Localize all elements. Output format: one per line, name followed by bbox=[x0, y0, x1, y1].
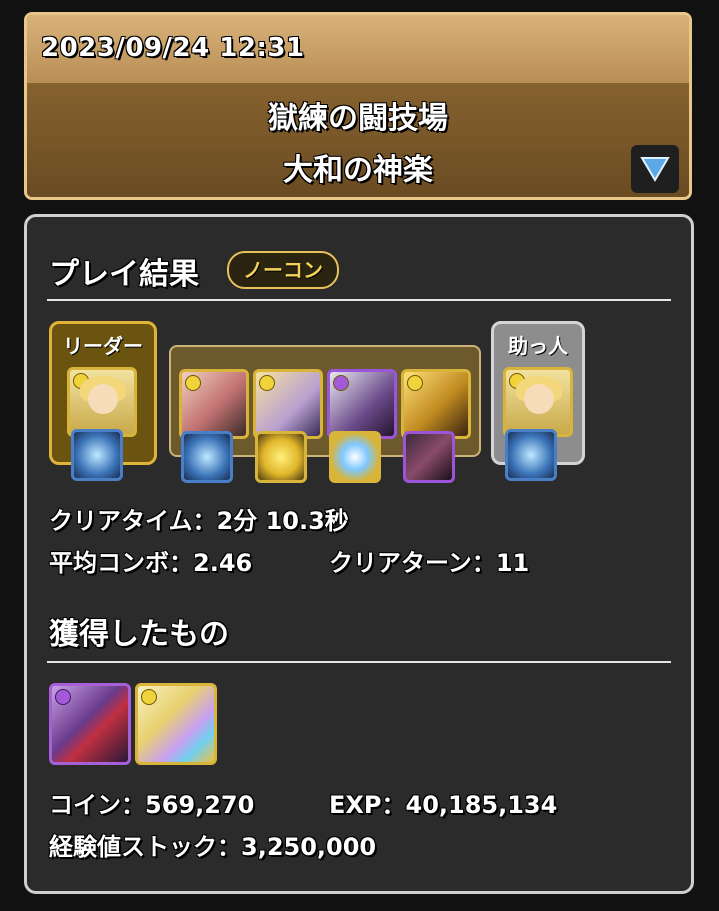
dungeon-header: 2023/09/24 12:31 獄練の闘技場 大和の神楽 bbox=[24, 12, 692, 200]
sub2-assist-icon[interactable] bbox=[255, 431, 307, 483]
floor-name: 大和の神楽 bbox=[283, 153, 433, 188]
play-result-title: プレイ結果 bbox=[49, 257, 199, 292]
clear-time-value: 2分 10.3秒 bbox=[216, 507, 349, 535]
clear-time-label: クリアタイム： bbox=[49, 507, 217, 535]
exp: EXP：40,185,134 bbox=[329, 785, 557, 820]
sub2-monster-icon[interactable] bbox=[253, 369, 323, 439]
expand-button[interactable] bbox=[631, 145, 679, 193]
leader-label: リーダー bbox=[63, 334, 143, 358]
leader-assist-icon[interactable] bbox=[71, 429, 123, 481]
header-title-area: 獄練の闘技場 大和の神楽 bbox=[27, 83, 689, 197]
helper-label: 助っ人 bbox=[508, 334, 568, 358]
exp-value: 40,185,134 bbox=[405, 791, 558, 819]
helper-monster-icon[interactable] bbox=[503, 367, 573, 437]
result-panel: プレイ結果 ノーコン リーダー 助っ人 クリアタイム：2分 10.3秒 平均コン… bbox=[24, 214, 694, 894]
header-date-bar: 2023/09/24 12:31 bbox=[27, 15, 689, 83]
clear-time: クリアタイム：2分 10.3秒 bbox=[49, 501, 349, 536]
triangle-down-icon bbox=[640, 157, 670, 182]
leader-monster-icon[interactable] bbox=[67, 367, 137, 437]
obtained-title: 獲得したもの bbox=[49, 617, 229, 652]
exp-stock-label: 経験値ストック： bbox=[49, 833, 241, 861]
divider bbox=[47, 299, 671, 301]
exp-label: EXP： bbox=[329, 791, 406, 819]
no-continue-badge: ノーコン bbox=[227, 251, 339, 289]
exp-stock-value: 3,250,000 bbox=[241, 833, 377, 861]
dungeon-name: 獄練の闘技場 bbox=[268, 101, 448, 136]
clear-datetime: 2023/09/24 12:31 bbox=[41, 33, 305, 63]
exp-stock: 経験値ストック：3,250,000 bbox=[49, 827, 376, 862]
sub4-assist-icon[interactable] bbox=[403, 431, 455, 483]
helper-assist-icon[interactable] bbox=[505, 429, 557, 481]
coin-value: 569,270 bbox=[145, 791, 255, 819]
sub1-assist-icon[interactable] bbox=[181, 431, 233, 483]
avg-combo: 平均コンボ：2.46 bbox=[49, 543, 252, 578]
sub3-monster-icon[interactable] bbox=[327, 369, 397, 439]
coin-label: コイン： bbox=[49, 791, 145, 819]
obtained-item-icon[interactable] bbox=[135, 683, 217, 765]
avg-combo-value: 2.46 bbox=[193, 549, 253, 577]
clear-turns-value: 11 bbox=[495, 549, 530, 577]
divider bbox=[47, 661, 671, 663]
obtained-item-icon[interactable] bbox=[49, 683, 131, 765]
sub3-assist-icon[interactable] bbox=[329, 431, 381, 483]
sub4-monster-icon[interactable] bbox=[401, 369, 471, 439]
coin: コイン：569,270 bbox=[49, 785, 254, 820]
clear-turns-label: クリアターン： bbox=[329, 549, 496, 577]
clear-turns: クリアターン：11 bbox=[329, 543, 529, 578]
sub1-monster-icon[interactable] bbox=[179, 369, 249, 439]
avg-combo-label: 平均コンボ： bbox=[49, 549, 193, 577]
